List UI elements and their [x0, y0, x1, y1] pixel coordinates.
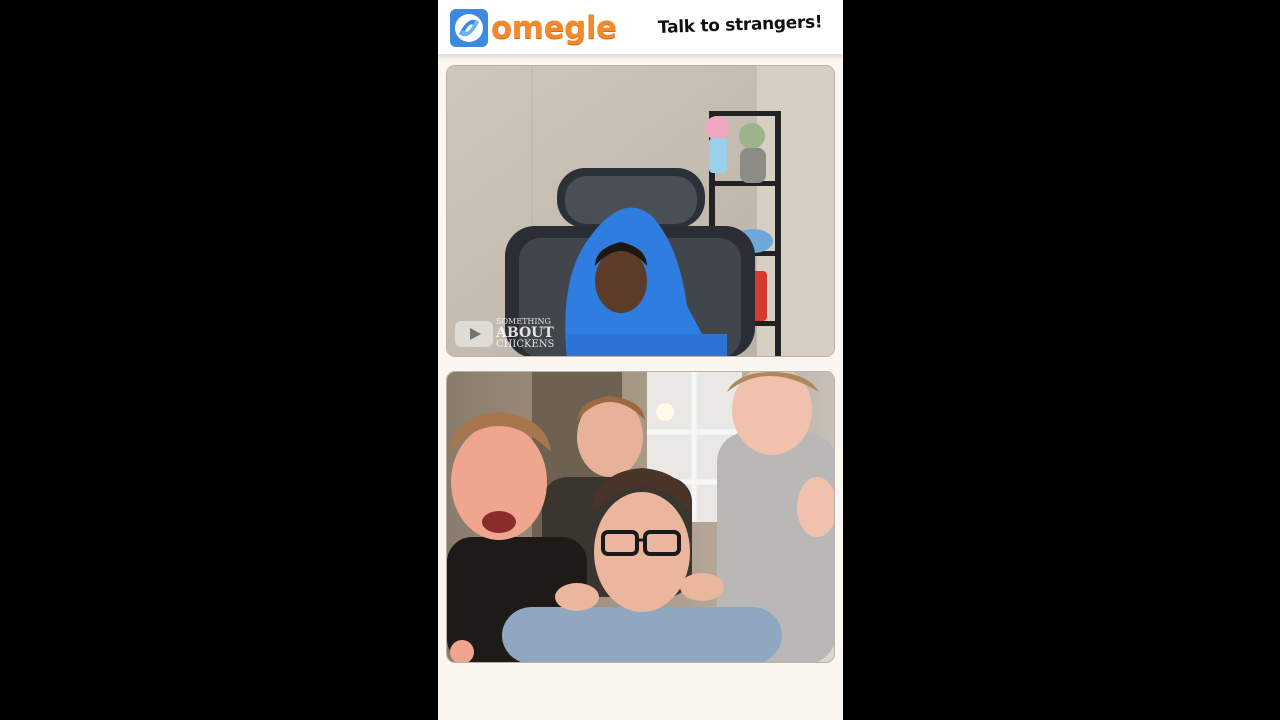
header: omegle Talk to strangers!: [438, 0, 843, 55]
watermark-line-3: CHICKENS: [496, 339, 555, 350]
stranger-video-feed: [447, 66, 834, 356]
youtube-icon: [455, 321, 493, 347]
stranger-video: SOMETHING ABOUT CHICKENS: [446, 65, 835, 357]
you-video-feed: [447, 372, 834, 662]
youtube-watermark: SOMETHING ABOUT CHICKENS: [455, 318, 554, 350]
logo-text: omegle: [491, 10, 617, 46]
omegle-logo[interactable]: omegle: [449, 8, 617, 48]
tagline: Talk to strangers!: [657, 12, 823, 38]
you-video: [446, 371, 835, 663]
watermark-text: SOMETHING ABOUT CHICKENS: [496, 318, 554, 350]
watermark-line-2: ABOUT: [496, 325, 554, 341]
omegle-logo-icon: [450, 9, 488, 47]
omegle-app: omegle Talk to strangers! SOMETHING ABOU…: [438, 0, 843, 720]
